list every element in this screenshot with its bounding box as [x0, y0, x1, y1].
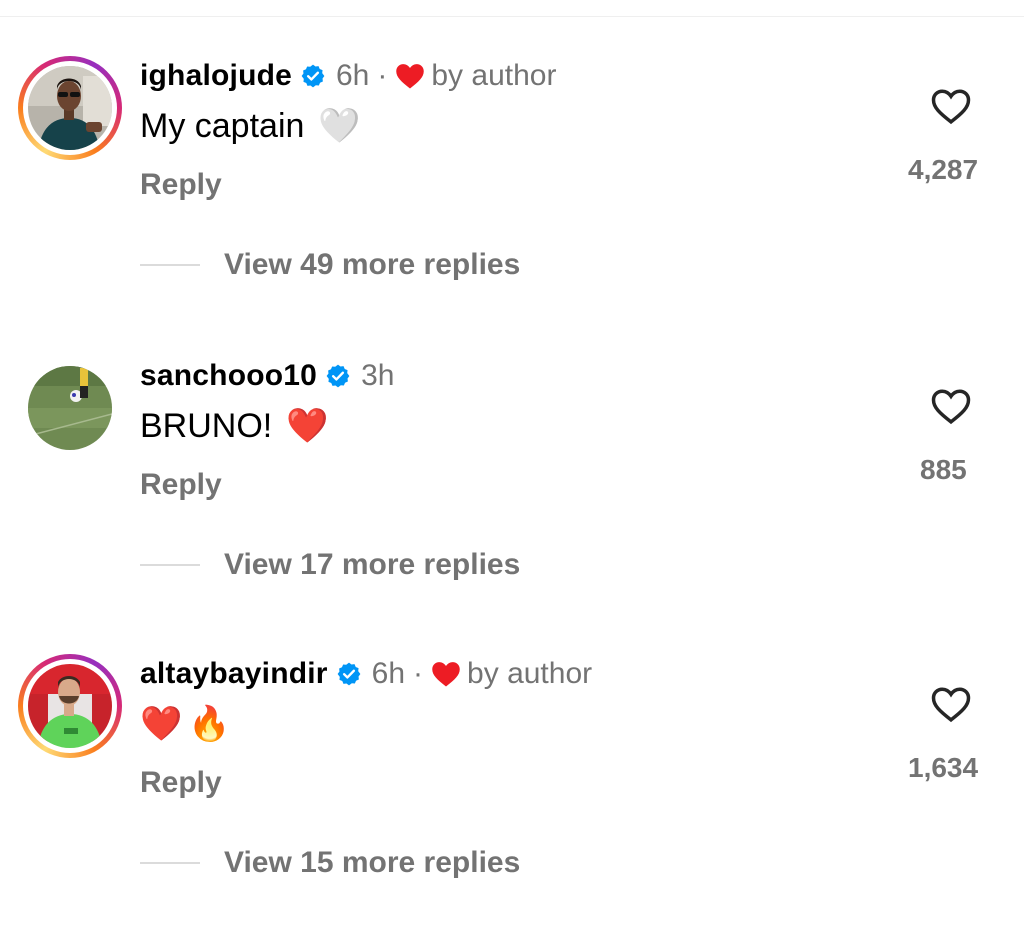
username[interactable]: altaybayindir [140, 657, 328, 691]
like-control: 4,287 [908, 86, 980, 206]
football-pitch-avatar-icon [28, 366, 112, 450]
thread-line [140, 862, 200, 864]
like-count: 885 [920, 454, 967, 485]
comment-header: sanchooo10 3h [140, 356, 394, 396]
avatar[interactable] [28, 366, 112, 450]
by-author-label: by author [431, 59, 557, 92]
verified-badge-icon [337, 662, 361, 686]
comment-body: My captain [140, 107, 305, 145]
top-divider [0, 16, 1024, 17]
separator-dot: · [377, 59, 388, 92]
comment-item: sanchooo10 3h BRUNO! ❤️ Reply 885 View 1… [0, 352, 1024, 632]
comment-text: BRUNO! ❤️ [140, 404, 329, 448]
thread-line [140, 264, 200, 266]
comment-header: altaybayindir 6h · by author [140, 654, 592, 694]
like-control: 1,634 [908, 684, 980, 804]
reply-button[interactable]: Reply [140, 468, 222, 502]
username[interactable]: sanchooo10 [140, 359, 317, 393]
comment-header: ighalojude 6h · by author [140, 56, 556, 96]
comment-text: ❤️ 🔥 [140, 702, 237, 746]
comment-body: BRUNO! [140, 407, 273, 445]
person-sunglasses-avatar-icon [28, 66, 112, 150]
comment-item: altaybayindir 6h · by author ❤️ 🔥 Reply … [0, 650, 1024, 929]
verified-badge-icon [301, 64, 325, 88]
heart-outline-icon[interactable] [930, 386, 972, 428]
thread-line [140, 564, 200, 566]
red-heart-emoji: ❤️ [140, 705, 183, 743]
like-count: 4,287 [908, 154, 979, 185]
story-ring[interactable] [18, 654, 122, 758]
view-more-replies-button[interactable]: View 17 more replies [140, 548, 520, 582]
story-ring[interactable] [18, 56, 122, 160]
view-more-replies-button[interactable]: View 15 more replies [140, 846, 520, 880]
like-count: 1,634 [908, 752, 979, 783]
timestamp: 6h [371, 657, 406, 690]
author-liked-heart-icon [432, 662, 460, 687]
by-author-label: by author [467, 657, 593, 690]
heart-outline-icon[interactable] [930, 86, 972, 128]
comment-item: ighalojude 6h · by author My captain 🤍 R… [0, 52, 1024, 332]
view-more-replies-label: View 49 more replies [224, 248, 521, 281]
username[interactable]: ighalojude [140, 59, 292, 93]
avatar[interactable] [28, 66, 112, 150]
comment-text: My captain 🤍 [140, 104, 361, 148]
heart-outline-icon[interactable] [930, 684, 972, 726]
goalkeeper-green-kit-avatar-icon [28, 664, 112, 748]
separator-dot: · [413, 657, 424, 690]
avatar[interactable] [28, 664, 112, 748]
white-heart-emoji: 🤍 [318, 107, 361, 145]
reply-button[interactable]: Reply [140, 168, 222, 202]
red-heart-emoji: ❤️ [286, 407, 329, 445]
view-more-replies-label: View 15 more replies [224, 846, 521, 879]
timestamp: 3h [361, 359, 395, 392]
timestamp: 6h [336, 59, 370, 92]
like-control: 885 [920, 386, 980, 506]
fire-emoji: 🔥 [188, 705, 231, 743]
view-more-replies-label: View 17 more replies [224, 548, 521, 581]
verified-badge-icon [326, 364, 350, 388]
reply-button[interactable]: Reply [140, 766, 222, 800]
view-more-replies-button[interactable]: View 49 more replies [140, 248, 520, 282]
author-liked-heart-icon [396, 64, 425, 89]
avatar-frame [18, 356, 122, 460]
